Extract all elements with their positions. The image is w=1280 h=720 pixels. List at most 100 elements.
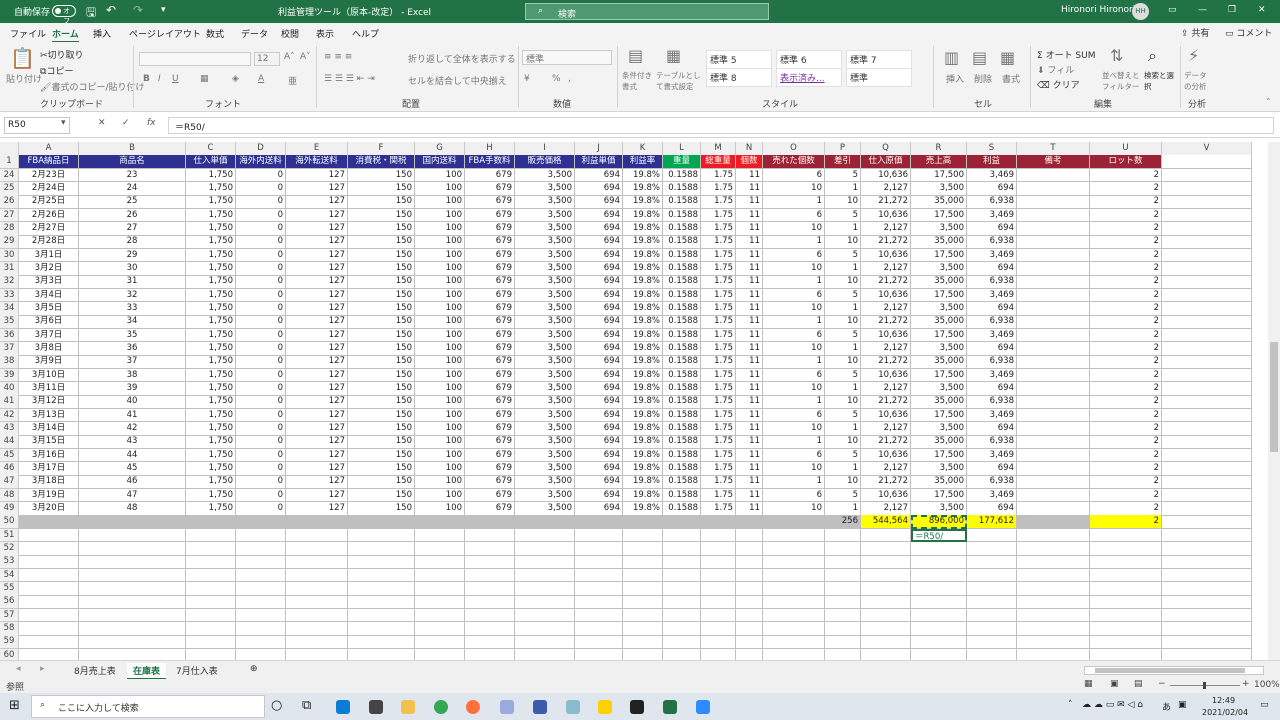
format-cells-button[interactable]: 書式 [1002, 72, 1020, 85]
sold-cell[interactable]: 1 [763, 435, 825, 450]
value-cell[interactable]: 127 [286, 301, 348, 316]
diff-cell[interactable]: 5 [825, 168, 861, 183]
value-cell[interactable]: 694 [575, 315, 623, 330]
value-cell[interactable]: 19.8% [623, 275, 663, 290]
maximize-icon[interactable]: ❐ [1228, 5, 1236, 15]
row-header[interactable]: 25 [0, 181, 19, 196]
value-cell[interactable]: 3,500 [515, 341, 575, 356]
font-name-box[interactable] [139, 52, 251, 66]
empty-cell[interactable] [736, 621, 763, 636]
empty-cell[interactable] [236, 621, 286, 636]
header-cell[interactable]: 差引 [825, 155, 861, 170]
value-cell[interactable]: 1,750 [186, 221, 236, 236]
total-cell[interactable] [736, 515, 763, 530]
empty-cell[interactable] [515, 581, 575, 596]
sales-cell[interactable]: 3,500 [911, 221, 967, 236]
row-header[interactable]: 1 [0, 155, 19, 170]
column-header[interactable]: H [465, 142, 515, 156]
diff-cell[interactable]: 10 [825, 475, 861, 490]
empty-cell[interactable] [967, 568, 1017, 583]
cut-button[interactable]: ✂切り取り [40, 48, 84, 61]
add-sheet-icon[interactable]: ⊕ [244, 663, 264, 675]
value-cell[interactable]: 1.75 [701, 168, 736, 183]
empty-cell[interactable] [701, 528, 736, 543]
total-cell[interactable] [623, 515, 663, 530]
value-cell[interactable]: 0 [236, 275, 286, 290]
diff-cell[interactable]: 5 [825, 488, 861, 503]
empty-cell[interactable] [348, 581, 415, 596]
empty-cell[interactable] [1162, 595, 1252, 610]
sold-cell[interactable]: 1 [763, 475, 825, 490]
value-cell[interactable]: 0 [236, 248, 286, 263]
value-cell[interactable]: 679 [465, 168, 515, 183]
total-lot[interactable]: 2 [1090, 515, 1162, 530]
empty-cell[interactable] [415, 555, 465, 570]
sales-cell[interactable]: 17,500 [911, 368, 967, 383]
empty-cell[interactable] [911, 581, 967, 596]
value-cell[interactable]: 11 [736, 501, 763, 516]
empty-cell[interactable] [465, 568, 515, 583]
value-cell[interactable]: 0 [236, 461, 286, 476]
row-header[interactable]: 53 [0, 555, 19, 570]
value-cell[interactable]: 3,500 [515, 168, 575, 183]
empty-cell[interactable] [415, 595, 465, 610]
empty-cell[interactable] [861, 568, 911, 583]
value-cell[interactable]: 19.8% [623, 168, 663, 183]
diff-cell[interactable]: 5 [825, 288, 861, 303]
sold-cell[interactable]: 6 [763, 328, 825, 343]
empty-cell[interactable] [967, 595, 1017, 610]
empty-cell[interactable] [19, 568, 79, 583]
value-cell[interactable]: 0 [236, 288, 286, 303]
value-cell[interactable]: 1,750 [186, 461, 236, 476]
header-cell[interactable]: 個数 [736, 155, 763, 170]
value-cell[interactable]: 0 [236, 328, 286, 343]
value-cell[interactable]: 127 [286, 488, 348, 503]
empty-cell[interactable] [465, 581, 515, 596]
value-cell[interactable]: 150 [348, 448, 415, 463]
value-cell[interactable]: 127 [286, 288, 348, 303]
empty-cell[interactable] [1162, 515, 1252, 530]
number-format-select[interactable]: 標準 [522, 50, 612, 65]
total-diff[interactable]: 256 [825, 515, 861, 530]
item-cell[interactable]: 35 [79, 328, 186, 343]
value-cell[interactable]: 1,750 [186, 475, 236, 490]
header-cell[interactable]: 販売価格 [515, 155, 575, 170]
sales-cell[interactable]: 3,500 [911, 501, 967, 516]
empty-cell[interactable] [575, 581, 623, 596]
date-cell[interactable]: 3月2日 [19, 261, 79, 276]
ime-indicator[interactable]: あ [1162, 700, 1171, 713]
diff-cell[interactable]: 5 [825, 448, 861, 463]
value-cell[interactable]: 679 [465, 275, 515, 290]
value-cell[interactable]: 1,750 [186, 355, 236, 370]
item-cell[interactable]: 36 [79, 341, 186, 356]
value-cell[interactable]: 150 [348, 208, 415, 223]
value-cell[interactable]: 127 [286, 501, 348, 516]
cell-style-standard-5[interactable]: 標準 5 [706, 50, 772, 69]
diff-cell[interactable]: 5 [825, 328, 861, 343]
conditional-format-icon[interactable]: ▤ [628, 46, 643, 65]
column-header[interactable]: G [415, 142, 465, 156]
value-cell[interactable]: 0 [236, 475, 286, 490]
empty-cell[interactable] [19, 608, 79, 623]
tray-icons[interactable]: ☁ ☁ ▭ ✉ ◁ ⌂ [1082, 700, 1143, 710]
empty-cell[interactable] [701, 541, 736, 556]
item-cell[interactable]: 33 [79, 301, 186, 316]
empty-cell[interactable] [515, 568, 575, 583]
value-cell[interactable]: 11 [736, 475, 763, 490]
diff-cell[interactable]: 10 [825, 355, 861, 370]
row-header[interactable]: 24 [0, 168, 19, 183]
lot-cell[interactable]: 2 [1090, 328, 1162, 343]
empty-cell[interactable] [186, 581, 236, 596]
profit-cell[interactable]: 6,938 [967, 475, 1017, 490]
empty-cell[interactable] [348, 568, 415, 583]
empty-cell[interactable] [1162, 248, 1252, 263]
value-cell[interactable]: 694 [575, 195, 623, 210]
value-cell[interactable]: 11 [736, 315, 763, 330]
empty-cell[interactable] [1017, 555, 1090, 570]
sales-cell[interactable]: 17,500 [911, 488, 967, 503]
empty-cell[interactable] [1162, 275, 1252, 290]
vertical-scrollbar[interactable] [1268, 142, 1280, 660]
ribbon-display-icon[interactable]: ▭ [1168, 5, 1177, 15]
empty-cell[interactable] [663, 528, 701, 543]
row-header[interactable]: 46 [0, 461, 19, 476]
